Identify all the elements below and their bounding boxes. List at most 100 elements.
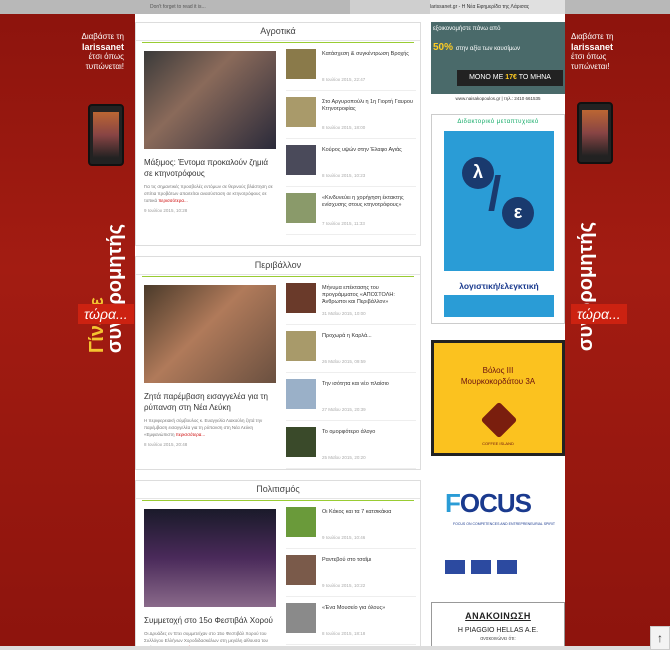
phone-icon <box>88 104 124 166</box>
list-item-title[interactable]: «Κινδυνεύει η χορήγηση έκτακτης ενίσχυση… <box>322 195 416 209</box>
right-banner-line1: Διαβάστε τη <box>571 32 614 41</box>
main-content: Αγροτικά Μάξιμος: Έντομα προκαλούν ζημιά… <box>135 14 565 650</box>
list-item[interactable]: Το ομορφότερο άλογο 25 Μαΐου 2015, 20:20 <box>286 421 416 469</box>
focus-logo-rest: OCUS <box>459 488 532 518</box>
list-item-date: 27 Μαΐου 2015, 20:39 <box>322 407 366 412</box>
list-item[interactable]: Στο Αργυροπούλι η 1η Γιορτή Γαυρου Κτηνο… <box>286 91 416 139</box>
right-banner-vertical: συνδρομητής <box>575 222 597 351</box>
thumbnail[interactable] <box>286 427 316 457</box>
left-banner-vertical-bottom: συνδρομητής <box>104 224 126 354</box>
lead-article[interactable]: Συμμετοχή στο 15ο Φεστιβάλ Χορού Οι Δρυά… <box>144 509 276 650</box>
masters-ad-graphic: λ / ε <box>444 131 554 271</box>
lead-image[interactable] <box>144 51 276 149</box>
thumbnail[interactable] <box>286 145 316 175</box>
coffee-ad-address: Βόλος ΙΙΙ Μουρκοκορδάτου 3Α <box>434 365 562 387</box>
masters-ad-footer <box>444 295 554 317</box>
announcement-subtext: ανακοινώνει ότι: <box>480 636 516 642</box>
list-item-title[interactable]: Κούρος υψών στην Έλαφο Αγιάς <box>322 147 416 154</box>
list-item-title[interactable]: Ραντεβού στο τσαΐμι <box>322 557 416 564</box>
list-item-title[interactable]: Το ομορφότερο άλογο <box>322 429 416 436</box>
thumbnail[interactable] <box>286 555 316 585</box>
article-list: Μήνυμα επέκτασης του προγράμματος «ΑΠΟΣΤ… <box>286 277 416 469</box>
thumbnail[interactable] <box>286 379 316 409</box>
list-item[interactable]: «Ένα Μουσείο για όλους» 8 Ιουλίου 2015, 1… <box>286 597 416 645</box>
right-side-banner[interactable]: Διαβάστε τη larissanet έτσι όπως τυπώνετ… <box>565 14 670 650</box>
fuel-ad-line2: στην αξία των καυσίμων <box>455 46 520 52</box>
section-title[interactable]: Αγροτικά <box>136 23 420 43</box>
lead-image[interactable] <box>144 509 276 607</box>
left-banner-line3: έτσι όπως <box>88 52 124 61</box>
list-item[interactable]: Μήνυμα επέκτασης του προγράμματος «ΑΠΟΣΤ… <box>286 277 416 325</box>
left-banner-brand: larissanet <box>81 42 124 52</box>
lead-headline[interactable]: Συμμετοχή στο 15ο Φεστιβάλ Χορού <box>144 615 276 626</box>
lead-image[interactable] <box>144 285 276 383</box>
coffee-island-ad[interactable]: Βόλος ΙΙΙ Μουρκοκορδάτου 3Α COFFEE ISLAND <box>431 340 565 456</box>
announcement-ad[interactable]: ΑΝΑΚΟΙΝΩΣΗ Η PIAGGIO HELLAS A.E. ανακοιν… <box>431 602 565 650</box>
focus-ad[interactable]: FOCUS FOCUS ON COMPETENCES AND ENTREPREN… <box>431 474 565 594</box>
thumbnail[interactable] <box>286 97 316 127</box>
focus-tagline: FOCUS ON COMPETENCES AND ENTREPRENEURIAL… <box>453 522 555 526</box>
lead-article[interactable]: Ζητά παρέμβαση εισαγγελέα για τη ρύπανση… <box>144 285 276 447</box>
fuel-ad-line1: εξοικονομήστε πάνω από <box>433 26 501 32</box>
coffee-ad-line2: Μουρκοκορδάτου 3Α <box>460 377 536 386</box>
left-side-banner[interactable]: Διαβάστε τη larissanet έτσι όπως τυπώνετ… <box>0 14 135 650</box>
thumbnail[interactable] <box>286 193 316 223</box>
announcement-title: ΑΝΑΚΟΙΝΩΣΗ <box>465 611 531 621</box>
masters-ad[interactable]: Διδακτορικό μεταπτυχιακό λ / ε λογιστική… <box>431 114 565 324</box>
lead-date: 9 Ιουλίου 2015, 10:28 <box>144 208 188 213</box>
thumbnail[interactable] <box>286 603 316 633</box>
list-item-title[interactable]: Μήνυμα επέκτασης του προγράμματος «ΑΠΟΣΤ… <box>322 285 416 306</box>
focus-logo-f: F <box>445 488 461 518</box>
browser-topbar: Don't forget to read it is... larissanet… <box>0 0 670 14</box>
list-item-date: 9 Ιουλίου 2015, 10:22 <box>322 583 366 588</box>
article-list: Οι Κάκος και τα 7 κατσικάκια 9 Ιουλίου 20… <box>286 501 416 645</box>
topbar-left-text: Don't forget to read it is... <box>150 4 206 10</box>
list-item-date: 26 Μαΐου 2015, 09:59 <box>322 359 366 364</box>
list-item[interactable]: Κατάσχεση & συγκέντρωση Βροχής 8 Ιουλίου … <box>286 43 416 91</box>
list-item-title[interactable]: Στο Αργυροπούλι η 1η Γιορτή Γαυρου Κτηνο… <box>322 99 416 113</box>
section-title[interactable]: Πολιτισμός <box>136 481 420 501</box>
lead-headline[interactable]: Μάξιμος: Έντομα προκαλούν ζημιά σε κτηνο… <box>144 157 276 179</box>
section-agrotika: Αγροτικά Μάξιμος: Έντομα προκαλούν ζημιά… <box>135 22 421 246</box>
left-banner-cta[interactable]: τώρα... <box>78 304 134 324</box>
list-item-date: 8 Ιουλίου 2015, 18:00 <box>322 125 366 130</box>
fuel-ad-price: ΜΟΝΟ ΜΕ 17€ ΤΟ ΜΗΝΑ <box>457 70 563 86</box>
list-item-date: 8 Ιουλίου 2015, 22:47 <box>322 77 366 82</box>
list-item[interactable]: Κούρος υψών στην Έλαφο Αγιάς 8 Ιουλίου 20… <box>286 139 416 187</box>
thumbnail[interactable] <box>286 507 316 537</box>
list-item-title[interactable]: Την ισότητα και νέο πλαίσιο <box>322 381 416 388</box>
lead-article[interactable]: Μάξιμος: Έντομα προκαλούν ζημιά σε κτηνο… <box>144 51 276 213</box>
list-item-date: 8 Ιουλίου 2015, 18:18 <box>322 631 366 636</box>
announcement-company: Η PIAGGIO HELLAS A.E. <box>457 627 539 634</box>
scroll-to-top-icon[interactable]: ↑ <box>650 626 670 650</box>
lead-headline[interactable]: Ζητά παρέμβαση εισαγγελέα για τη ρύπανση… <box>144 391 276 413</box>
list-item[interactable]: Ραντεβού στο τσαΐμι 9 Ιουλίου 2015, 10:22 <box>286 549 416 597</box>
thumbnail[interactable] <box>286 283 316 313</box>
list-item[interactable]: «Κινδυνεύει η χορήγηση έκτακτης ενίσχυση… <box>286 187 416 235</box>
sponsor-logos <box>445 560 551 574</box>
list-item[interactable]: Προχωρά η Καρλά... 26 Μαΐου 2015, 09:59 <box>286 325 416 373</box>
right-banner-text: Διαβάστε τη larissanet έτσι όπως τυπώνετ… <box>571 32 631 72</box>
read-more-link[interactable]: περισσότερα... <box>158 198 187 203</box>
focus-logo: FOCUS <box>445 488 532 519</box>
read-more-link[interactable]: περισσότερα... <box>176 432 205 437</box>
epsilon-icon: ε <box>502 197 534 229</box>
right-banner-cta[interactable]: τώρα... <box>571 304 627 324</box>
list-item-date: 7 Ιουλίου 2015, 11:33 <box>322 221 365 226</box>
list-item[interactable]: Οι Κάκος και τα 7 κατσικάκια 9 Ιουλίου 20… <box>286 501 416 549</box>
flower-logo-icon <box>480 401 518 439</box>
list-item-title[interactable]: Προχωρά η Καρλά... <box>322 333 416 340</box>
fuel-ad-percent: 50% <box>433 42 454 53</box>
topbar-segment <box>350 0 430 14</box>
section-title[interactable]: Περιβάλλον <box>136 257 420 277</box>
fuel-ad-website: www.naisakopoulos.gr | τηλ.: 2410 661535 <box>431 94 565 104</box>
list-item-title[interactable]: «Ένα Μουσείο για όλους» <box>322 605 416 612</box>
thumbnail[interactable] <box>286 331 316 361</box>
list-item-title[interactable]: Κατάσχεση & συγκέντρωση Βροχής <box>322 51 416 58</box>
list-item-title[interactable]: Οι Κάκος και τα 7 κατσικάκια <box>322 509 416 516</box>
fuel-ad-percent-line: 50% στην αξία των καυσίμων <box>433 42 520 53</box>
fuel-ad[interactable]: εξοικονομήστε πάνω από 50% στην αξία των… <box>431 22 565 104</box>
thumbnail[interactable] <box>286 49 316 79</box>
list-item[interactable]: Την ισότητα και νέο πλαίσιο 27 Μαΐου 2015… <box>286 373 416 421</box>
left-banner-vertical: Γίνετε συνδρομητής <box>86 224 126 354</box>
